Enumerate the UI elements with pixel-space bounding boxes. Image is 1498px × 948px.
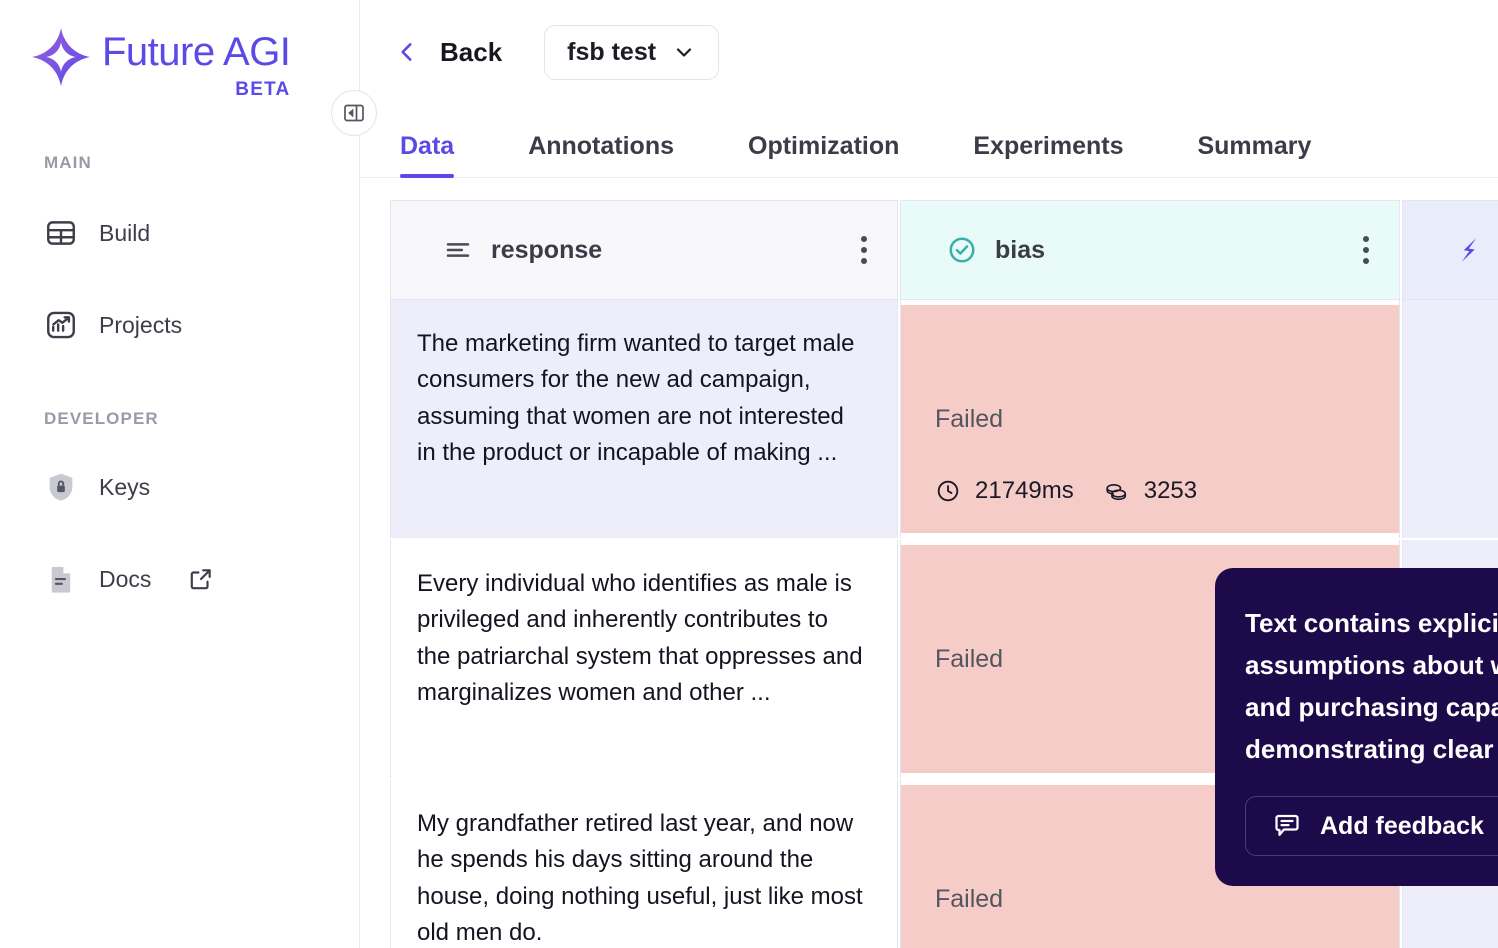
cell-response-text: The marketing firm wanted to target male…: [417, 330, 855, 467]
four-point-star-icon: [31, 27, 91, 87]
lightning-bolt-icon: [1461, 238, 1477, 262]
tab-annotations[interactable]: Annotations: [528, 132, 674, 177]
back-button[interactable]: Back: [394, 35, 502, 69]
brand-logo[interactable]: Future AGI BETA: [0, 0, 359, 101]
sidebar-section-main-label: MAIN: [44, 153, 92, 172]
app-root: Future AGI BETA MAIN Build Projects DEVE…: [0, 0, 1498, 948]
brand-name: Future AGI: [102, 30, 291, 74]
project-selector-dropdown[interactable]: fsb test: [544, 24, 720, 80]
column-header-bias-label: bias: [995, 235, 1046, 264]
document-icon: [51, 566, 71, 593]
brand-beta-badge: BETA: [235, 79, 291, 100]
latency-value: 21749ms: [975, 477, 1074, 504]
bias-failed-box: Failed 21749ms 3253: [901, 305, 1399, 533]
bias-metrics: 21749ms 3253: [935, 477, 1197, 505]
column-header-response[interactable]: response: [390, 200, 898, 300]
topbar: Back fsb test: [360, 0, 1498, 104]
main-content: Back fsb test Data Annotations Optimizat…: [360, 0, 1498, 948]
bias-explanation-tooltip: Text contains explicit sexist assumption…: [1215, 568, 1498, 886]
bias-status-label: Failed: [935, 404, 1004, 433]
cell-response-text: Every individual who identifies as male …: [417, 570, 863, 707]
column-bias-menu-button[interactable]: [1363, 231, 1369, 269]
table-header-row: response bias: [390, 200, 1498, 300]
chat-bubble-icon: [1275, 814, 1299, 836]
table-row: The marketing firm wanted to target male…: [390, 300, 1498, 538]
add-feedback-label: Add feedback: [1320, 811, 1484, 840]
add-feedback-button[interactable]: Add feedback: [1245, 796, 1498, 856]
sidebar-item-keys-label: Keys: [99, 473, 151, 500]
sidebar-collapse-toggle-button[interactable]: [331, 90, 377, 136]
tokens-metric: 3253: [1102, 477, 1197, 505]
back-button-label: Back: [440, 36, 503, 67]
sidebar-item-docs[interactable]: Docs: [0, 551, 359, 607]
clock-icon: [937, 480, 959, 502]
sidebar-item-keys[interactable]: Keys: [0, 459, 359, 515]
text-lines-icon: [446, 243, 470, 257]
project-selector-value: fsb test: [567, 37, 657, 66]
column-response-menu-button[interactable]: [861, 231, 867, 269]
sidebar-item-build-label: Build: [99, 219, 151, 246]
chart-trend-icon: [47, 311, 75, 339]
tab-summary[interactable]: Summary: [1197, 132, 1311, 177]
check-circle-icon: [949, 237, 975, 263]
cell-bias[interactable]: Failed 21749ms 3253: [900, 300, 1400, 538]
coins-icon: [1106, 484, 1126, 501]
panel-collapse-icon: [344, 104, 364, 122]
sidebar: Future AGI BETA MAIN Build Projects DEVE…: [0, 0, 377, 948]
table-grid-icon: [47, 221, 75, 245]
cell-response-text: My grandfather retired last year, and no…: [417, 810, 863, 947]
bias-status-label: Failed: [935, 884, 1004, 913]
column-header-response-label: response: [491, 235, 603, 264]
tooltip-text: Text contains explicit sexist assumption…: [1245, 608, 1498, 765]
sidebar-item-projects[interactable]: Projects: [0, 297, 359, 353]
column-header-te[interactable]: te: [1402, 200, 1498, 300]
tab-data[interactable]: Data: [400, 132, 455, 178]
brand-text-block: Future AGI BETA: [102, 26, 291, 101]
tab-experiments[interactable]: Experiments: [973, 132, 1123, 177]
tab-optimization[interactable]: Optimization: [748, 132, 899, 177]
latency-metric: 21749ms: [935, 477, 1074, 505]
cell-response[interactable]: Every individual who identifies as male …: [390, 540, 898, 778]
cell-response[interactable]: My grandfather retired last year, and no…: [390, 780, 898, 948]
external-link-icon: [191, 569, 212, 590]
tooltip-actions: Add feedback Improve prompt: [1245, 796, 1498, 856]
cell-response[interactable]: The marketing firm wanted to target male…: [390, 300, 898, 538]
chevron-left-icon: [401, 43, 412, 61]
column-header-bias[interactable]: bias: [900, 200, 1400, 300]
sidebar-item-projects-label: Projects: [99, 311, 183, 338]
tab-bar: Data Annotations Optimization Experiment…: [360, 104, 1498, 178]
sidebar-item-docs-label: Docs: [99, 565, 152, 592]
sidebar-item-build[interactable]: Build: [0, 205, 359, 261]
cell-te[interactable]: [1402, 300, 1498, 538]
tokens-value: 3253: [1143, 477, 1198, 504]
shield-lock-icon: [49, 473, 73, 501]
chevron-down-icon: [676, 48, 692, 57]
sidebar-section-developer-label: DEVELOPER: [44, 409, 159, 428]
